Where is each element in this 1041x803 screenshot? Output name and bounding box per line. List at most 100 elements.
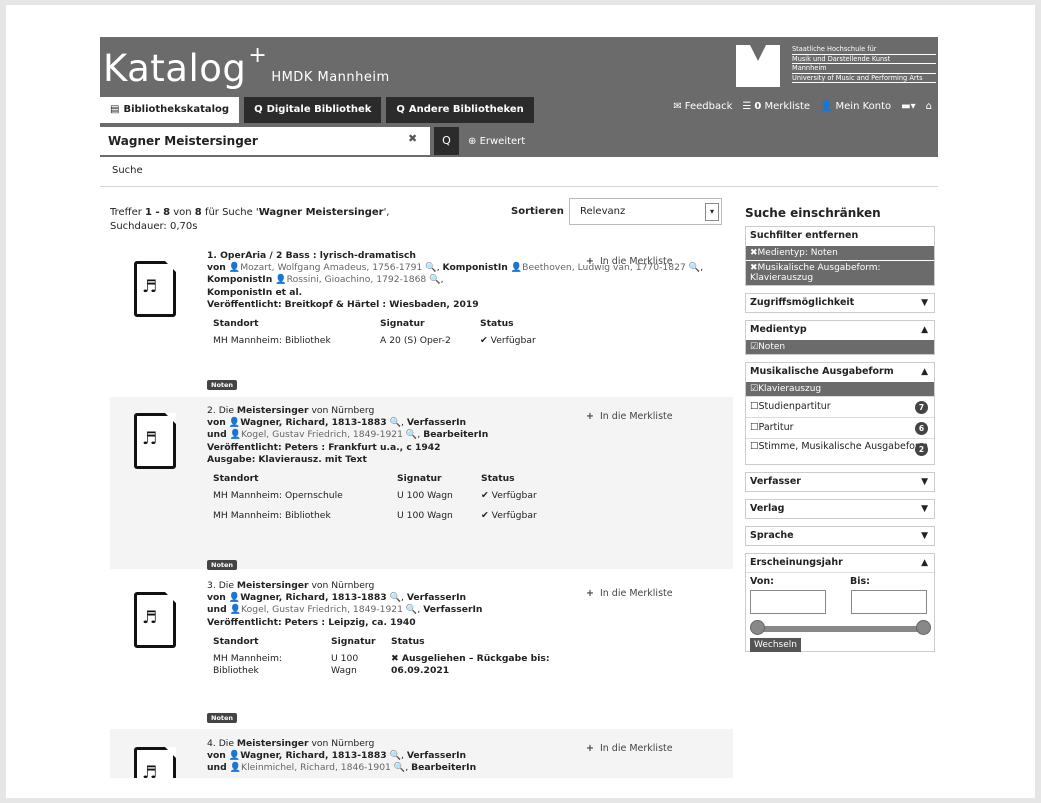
merkliste-count: 0: [754, 101, 762, 112]
merkliste-label: In die Merkliste: [599, 743, 673, 754]
feedback-link[interactable]: ✉ Feedback: [673, 101, 732, 112]
title-text: OperAria / 2 Bass : lyrisch-dramatisch: [216, 250, 416, 261]
person-icon: 👤: [229, 604, 242, 616]
search-icon[interactable]: 🔍: [390, 750, 401, 761]
tab-andere-bibliotheken[interactable]: Q Andere Bibliotheken: [386, 97, 534, 123]
sidebar-title: Suche einschränken: [745, 206, 881, 220]
facet-header[interactable]: Verlag ▼: [746, 500, 934, 518]
author-link[interactable]: Rossini, Gioachino, 1792-1868: [287, 274, 427, 285]
summary-for: für Suche ': [201, 207, 259, 218]
result-authors: und 👤Kleinmichel, Richard, 1846-1901 🔍, …: [207, 762, 477, 774]
person-icon: 👤: [228, 262, 241, 274]
year-slider-track[interactable]: [756, 626, 924, 632]
facet-title: Musikalische Ausgabeform: [750, 366, 894, 377]
facet-musical-form: Musikalische Ausgabeform ▲ ☑Klavierauszug…: [745, 362, 935, 465]
result-authors: von 👤Wagner, Richard, 1813-1883 🔍, Verfa…: [207, 750, 467, 762]
facet-header[interactable]: Erscheinungsjahr ▲: [746, 554, 934, 572]
facet-option[interactable]: ☐Stimme, Musikalische Ausgabeform 2: [746, 438, 934, 464]
search-icon[interactable]: 🔍: [406, 429, 417, 440]
result-item: ♬ 3. Die Meistersinger von Nürnberg von …: [110, 572, 733, 728]
tab-digitale-bibliothek[interactable]: Q Digitale Bibliothek: [244, 97, 382, 123]
user-icon: 👤: [820, 101, 833, 112]
search-icon[interactable]: 🔍: [390, 417, 401, 428]
holding-signature: U 100 Wagn: [397, 510, 453, 522]
check-icon: ✔: [480, 335, 491, 347]
active-filter-ausgabeform[interactable]: ✖Musikalische Ausgabeform: Klavierauszug: [746, 260, 934, 285]
authors-prefix: und: [207, 604, 227, 616]
author-role: BearbeiterIn: [423, 429, 489, 441]
close-icon: ✖: [391, 652, 402, 664]
facet-header[interactable]: Medientyp ▲: [746, 321, 934, 339]
search-input[interactable]: [100, 127, 430, 155]
facet-header[interactable]: Musikalische Ausgabeform ▲: [746, 363, 934, 381]
facet-option[interactable]: ☐Studienpartitur 7: [746, 396, 934, 417]
hmdk-logo-icon[interactable]: [736, 45, 780, 87]
catalog-logo[interactable]: Katalog+HMDK Mannheim: [103, 43, 390, 90]
summary-query: Wagner Meistersinger: [258, 207, 384, 218]
author-link[interactable]: Wagner, Richard, 1813-1883: [240, 417, 386, 428]
holding-signature: U 100 Wagn: [325, 651, 385, 679]
add-to-merkliste-button[interactable]: + In die Merkliste: [586, 411, 673, 422]
title-highlight: Meistersinger: [236, 580, 309, 591]
return-date: 06.09.2021: [391, 665, 450, 677]
holdings-table: Standort Signatur Status MH Mannheim: Oper…: [207, 470, 543, 528]
merkliste-link[interactable]: ☰ 0 Merkliste: [742, 101, 810, 112]
year-slider-min-handle[interactable]: [750, 620, 765, 635]
add-to-merkliste-button[interactable]: + In die Merkliste: [586, 588, 673, 599]
result-title[interactable]: 4. Die Meistersinger von Nürnberg: [207, 738, 476, 750]
caret-down-icon: ▼: [921, 531, 928, 541]
home-icon[interactable]: ⌂: [926, 101, 932, 112]
clear-search-icon[interactable]: ✖: [408, 132, 417, 145]
search-icon[interactable]: 🔍: [406, 604, 417, 615]
facet-header[interactable]: Zugriffsmöglichkeit ▼: [746, 294, 934, 312]
author-link[interactable]: Kogel, Gustav Friedrich, 1849-1921: [241, 604, 403, 615]
add-to-merkliste-button[interactable]: + In die Merkliste: [586, 743, 673, 754]
title-text: von Nürnberg: [308, 738, 375, 749]
add-to-merkliste-button[interactable]: + In die Merkliste: [586, 256, 673, 267]
result-title[interactable]: 3. Die Meistersinger von Nürnberg: [207, 580, 556, 592]
search-icon[interactable]: 🔍: [689, 262, 700, 273]
facet-header[interactable]: Verfasser ▼: [746, 473, 934, 491]
sort-label: Sortieren: [511, 206, 564, 217]
search-icon[interactable]: 🔍: [429, 274, 440, 285]
column-header: Standort: [213, 472, 259, 484]
sheet-music-icon: ♬: [134, 592, 176, 648]
facet-header[interactable]: Sprache ▼: [746, 527, 934, 545]
sort-select[interactable]: Relevanz ▾: [569, 198, 722, 225]
year-slider-max-handle[interactable]: [916, 620, 931, 635]
author-link[interactable]: Kogel, Gustav Friedrich, 1849-1921: [241, 429, 403, 440]
plus-icon: +: [586, 743, 594, 754]
authors-prefix: von: [207, 592, 226, 604]
author-link[interactable]: Mozart, Wolfgang Amadeus, 1756-1791: [240, 262, 422, 273]
author-link[interactable]: Kleinmichel, Richard, 1846-1901: [241, 762, 391, 773]
facet-title: Verlag: [750, 503, 785, 514]
author-link[interactable]: Wagner, Richard, 1813-1883: [240, 592, 386, 603]
facet-option[interactable]: ☐Partitur 6: [746, 417, 934, 438]
year-to-input[interactable]: [851, 590, 927, 614]
search-icon[interactable]: 🔍: [390, 592, 401, 603]
tab-bibliothekskatalog[interactable]: ▤ Bibliothekskatalog: [100, 97, 240, 123]
facet-publisher: Verlag ▼: [745, 499, 935, 519]
user-links: ✉ Feedback ☰ 0 Merkliste 👤 Mein Konto ▬▾ ⌂: [673, 101, 932, 112]
language-menu[interactable]: ▬▾: [901, 101, 915, 112]
holding-status: ✔ Verfügbar: [475, 508, 543, 528]
column-header: Signatur: [331, 635, 376, 647]
advanced-label: Erweitert: [479, 136, 526, 147]
result-authors: von 👤Mozart, Wolfgang Amadeus, 1756-1791…: [207, 262, 704, 298]
search-button[interactable]: Q: [434, 127, 459, 155]
author-link[interactable]: Wagner, Richard, 1813-1883: [240, 750, 386, 761]
breadcrumb[interactable]: Suche: [112, 165, 143, 176]
signature-line: U 100: [331, 652, 359, 664]
result-title[interactable]: 2. Die Meistersinger von Nürnberg: [207, 405, 543, 417]
year-from-input[interactable]: [750, 590, 826, 614]
result-number: 1.: [207, 250, 217, 261]
switch-button[interactable]: Wechseln: [750, 638, 801, 652]
advanced-search-link[interactable]: ⊕ Erweitert: [468, 136, 525, 147]
duration-label: Suchdauer:: [110, 221, 170, 232]
active-filter-medientyp[interactable]: ✖Medientyp: Noten: [746, 245, 934, 260]
facet-option-selected[interactable]: ☑Noten: [746, 339, 934, 354]
search-icon[interactable]: 🔍: [425, 262, 436, 273]
account-link[interactable]: 👤 Mein Konto: [820, 101, 891, 112]
search-icon[interactable]: 🔍: [394, 762, 405, 773]
facet-option-selected[interactable]: ☑Klavierauszug: [746, 381, 934, 396]
